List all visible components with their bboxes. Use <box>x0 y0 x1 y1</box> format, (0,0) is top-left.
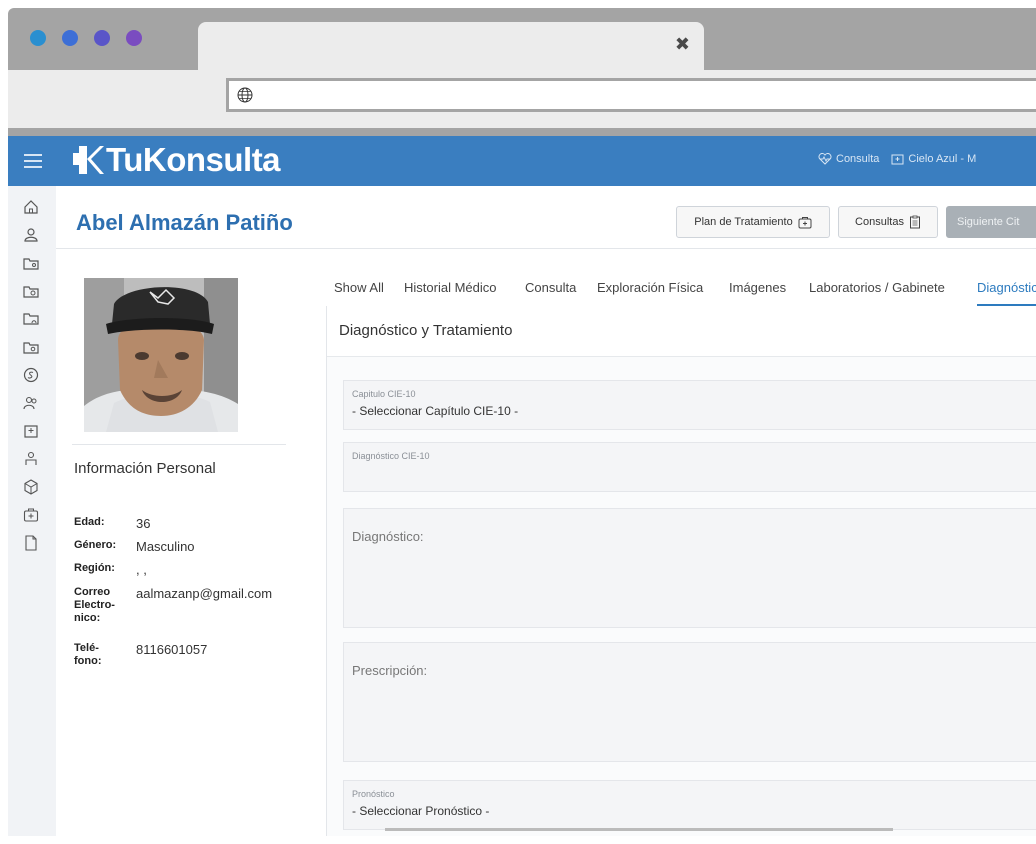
topnav-consulta-label: Consulta <box>836 153 880 165</box>
card-title: Diagnóstico y Tratamiento <box>339 322 513 339</box>
capitulo-cie10-select[interactable]: Capitulo CIE-10 - Seleccionar Capítulo C… <box>343 380 1036 430</box>
browser-tab[interactable]: ✖ <box>198 22 704 70</box>
address-bar[interactable] <box>226 78 1036 112</box>
window-dot-3[interactable] <box>94 30 110 46</box>
capitulo-cie10-value: - Seleccionar Capítulo CIE-10 - <box>352 404 519 418</box>
prescripcion-textarea[interactable]: Prescripción: <box>343 642 1036 762</box>
window-dot-4[interactable] <box>126 30 142 46</box>
medical-kit-icon <box>798 216 812 228</box>
box-icon[interactable] <box>22 478 40 496</box>
folder-record-icon[interactable] <box>22 338 40 356</box>
hospital-icon <box>891 154 904 165</box>
info-key-region: Región: <box>74 562 115 574</box>
siguiente-cita-button[interactable]: Siguiente Cit <box>946 206 1036 238</box>
pronostico-value: - Seleccionar Pronóstico - <box>352 804 490 818</box>
pronostico-select[interactable]: Pronóstico - Seleccionar Pronóstico - <box>343 780 1036 830</box>
info-key-edad: Edad: <box>74 516 105 528</box>
info-value-telefono: 8116601057 <box>136 642 208 657</box>
diagnostico-card: Diagnóstico y Tratamiento Capitulo CIE-1… <box>326 306 1036 836</box>
patient-photo <box>84 278 238 432</box>
topnav-consulta[interactable]: Consulta <box>818 153 879 165</box>
pronostico-label: Pronóstico <box>352 789 395 799</box>
info-key-telefono: Telé-fono: <box>74 642 102 667</box>
diagnostico-cie10-field[interactable]: Diagnóstico CIE-10 <box>343 442 1036 492</box>
avatar-photo-illustration <box>84 278 238 432</box>
clipboard-icon <box>909 215 920 229</box>
browser-window: ✖ TuKonsulta Consulta Cielo Azul - M Abe… <box>8 8 1036 836</box>
info-key-correo: Correo Electro-nico: <box>74 586 115 624</box>
plan-tratamiento-button[interactable]: Plan de Tratamiento <box>676 206 830 238</box>
brand-name: TuKonsulta <box>106 141 281 178</box>
info-value-edad: 36 <box>136 516 151 531</box>
close-tab-icon[interactable]: ✖ <box>675 34 690 55</box>
consultas-button[interactable]: Consultas <box>838 206 938 238</box>
diagnostico-textarea[interactable]: Diagnóstico: <box>343 508 1036 628</box>
info-value-correo: aalmazanp@gmail.com <box>136 586 273 601</box>
prescripcion-placeholder: Prescripción: <box>352 663 428 678</box>
section-tabs: Show All Historial Médico Consulta Explo… <box>326 268 1036 307</box>
user-icon[interactable] <box>22 226 40 244</box>
horizontal-scrollbar[interactable] <box>385 828 893 831</box>
tab-imagenes[interactable]: Imágenes <box>729 280 786 295</box>
info-value-region: , , <box>136 562 147 577</box>
brand-logo[interactable]: TuKonsulta <box>70 140 281 180</box>
staff-icon[interactable] <box>22 450 40 468</box>
plan-tratamiento-label: Plan de Tratamiento <box>694 216 793 228</box>
topnav-clinic[interactable]: Cielo Azul - M <box>891 153 976 165</box>
capitulo-cie10-label: Capitulo CIE-10 <box>352 389 416 399</box>
globe-icon <box>237 87 253 103</box>
main-content: Abel Almazán Patiño Plan de Tratamiento … <box>56 186 1036 836</box>
card-header: Diagnóstico y Tratamiento <box>327 306 1036 357</box>
hospital-icon[interactable] <box>22 422 40 440</box>
medical-kit-icon[interactable] <box>22 506 40 524</box>
diagnostico-placeholder: Diagnóstico: <box>352 529 424 544</box>
profile-divider <box>72 444 286 445</box>
header-divider <box>56 248 1036 249</box>
money-icon[interactable] <box>22 366 40 384</box>
patient-name: Abel Almazán Patiño <box>76 210 293 235</box>
logo-mark-icon <box>73 146 104 174</box>
consultas-label: Consultas <box>855 216 904 228</box>
heart-pulse-icon <box>818 153 832 165</box>
tab-consulta[interactable]: Consulta <box>525 280 576 295</box>
diagnostico-cie10-label: Diagnóstico CIE-10 <box>352 451 430 461</box>
tab-diagnostico[interactable]: Diagnóstic <box>977 280 1036 306</box>
window-dot-1[interactable] <box>30 30 46 46</box>
personal-info-title: Información Personal <box>74 460 216 477</box>
tab-historial-medico[interactable]: Historial Médico <box>404 280 496 295</box>
users-icon[interactable] <box>22 394 40 412</box>
app: TuKonsulta Consulta Cielo Azul - M Abel … <box>8 136 1036 836</box>
siguiente-cita-label: Siguiente Cit <box>957 216 1020 228</box>
sidebar <box>8 186 56 836</box>
window-controls <box>30 30 142 46</box>
folder-person-icon[interactable] <box>22 310 40 328</box>
window-dot-2[interactable] <box>62 30 78 46</box>
folder-user-icon[interactable] <box>22 254 40 272</box>
top-bar: TuKonsulta Consulta Cielo Azul - M <box>8 136 1036 186</box>
info-value-genero: Masculino <box>136 539 195 554</box>
info-key-genero: Género: <box>74 539 117 551</box>
document-icon[interactable] <box>22 534 40 552</box>
browser-toolbar <box>8 70 1036 128</box>
tab-laboratorios-gabinete[interactable]: Laboratorios / Gabinete <box>809 280 945 295</box>
folder-search-icon[interactable] <box>22 282 40 300</box>
tab-show-all[interactable]: Show All <box>334 280 384 295</box>
hamburger-menu-icon[interactable] <box>24 150 42 170</box>
top-nav: Consulta Cielo Azul - M <box>818 153 976 165</box>
home-icon[interactable] <box>22 198 40 216</box>
tab-exploracion-fisica[interactable]: Exploración Física <box>597 280 703 295</box>
topnav-clinic-label: Cielo Azul - M <box>908 153 977 165</box>
